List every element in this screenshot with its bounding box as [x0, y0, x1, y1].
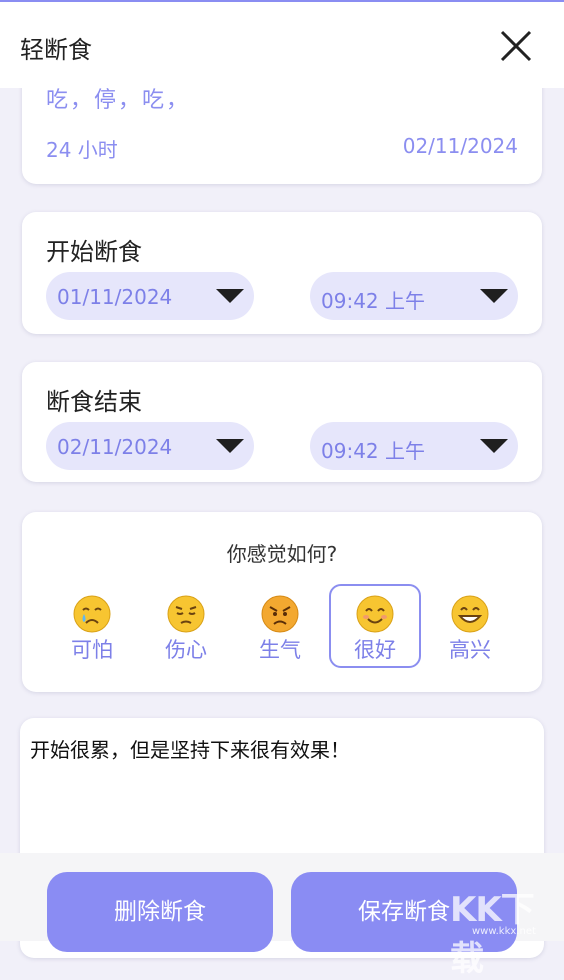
- watermark-url: www.kkx.net: [472, 926, 536, 937]
- app-header: 轻断食: [0, 2, 564, 88]
- mood-label: 生气: [259, 638, 301, 662]
- end-time-dropdown[interactable]: 09:42 上午: [310, 422, 518, 470]
- dropdown-arrow-icon: [216, 289, 244, 303]
- close-icon[interactable]: [496, 26, 536, 66]
- start-time-value: 09:42 上午: [321, 289, 425, 313]
- start-fast-card: 开始断食 01/11/2024 09:42 上午: [22, 212, 542, 334]
- mood-option-happy[interactable]: 高兴: [424, 584, 516, 668]
- smiling-face-icon: [356, 595, 394, 633]
- mood-label: 很好: [354, 638, 396, 662]
- dropdown-arrow-icon: [480, 289, 508, 303]
- delete-fast-button[interactable]: 删除断食: [47, 872, 273, 952]
- mood-option-angry[interactable]: 生气: [234, 584, 326, 668]
- fast-date: 02/11/2024: [402, 134, 518, 158]
- end-date-value: 02/11/2024: [57, 435, 173, 459]
- mood-option-good[interactable]: 很好: [329, 584, 421, 668]
- dropdown-arrow-icon: [216, 439, 244, 453]
- end-time-value: 09:42 上午: [321, 439, 425, 463]
- start-fast-label: 开始断食: [46, 238, 142, 266]
- mood-option-terrible[interactable]: 可怕: [46, 584, 138, 668]
- pensive-face-icon: [167, 595, 205, 633]
- mood-question: 你感觉如何?: [226, 542, 338, 566]
- dropdown-arrow-icon: [480, 439, 508, 453]
- mood-label: 高兴: [449, 638, 491, 662]
- start-time-dropdown[interactable]: 09:42 上午: [310, 272, 518, 320]
- page-title: 轻断食: [20, 36, 92, 64]
- end-date-dropdown[interactable]: 02/11/2024: [46, 422, 254, 470]
- mood-label: 伤心: [165, 638, 207, 662]
- mood-option-sad[interactable]: 伤心: [140, 584, 232, 668]
- start-date-dropdown[interactable]: 01/11/2024: [46, 272, 254, 320]
- crying-face-icon: [73, 595, 111, 633]
- mood-card: 你感觉如何? 可怕 伤心 生气 很好 高兴: [22, 512, 542, 692]
- end-fast-label: 断食结束: [46, 388, 142, 416]
- start-date-value: 01/11/2024: [57, 285, 173, 309]
- end-fast-card: 断食结束 02/11/2024 09:42 上午: [22, 362, 542, 482]
- grinning-face-icon: [451, 595, 489, 633]
- mood-label: 可怕: [71, 638, 113, 662]
- fast-duration: 24 小时: [46, 138, 118, 162]
- angry-face-icon: [261, 595, 299, 633]
- note-text: 开始很累，但是坚持下来很有效果！: [30, 738, 350, 762]
